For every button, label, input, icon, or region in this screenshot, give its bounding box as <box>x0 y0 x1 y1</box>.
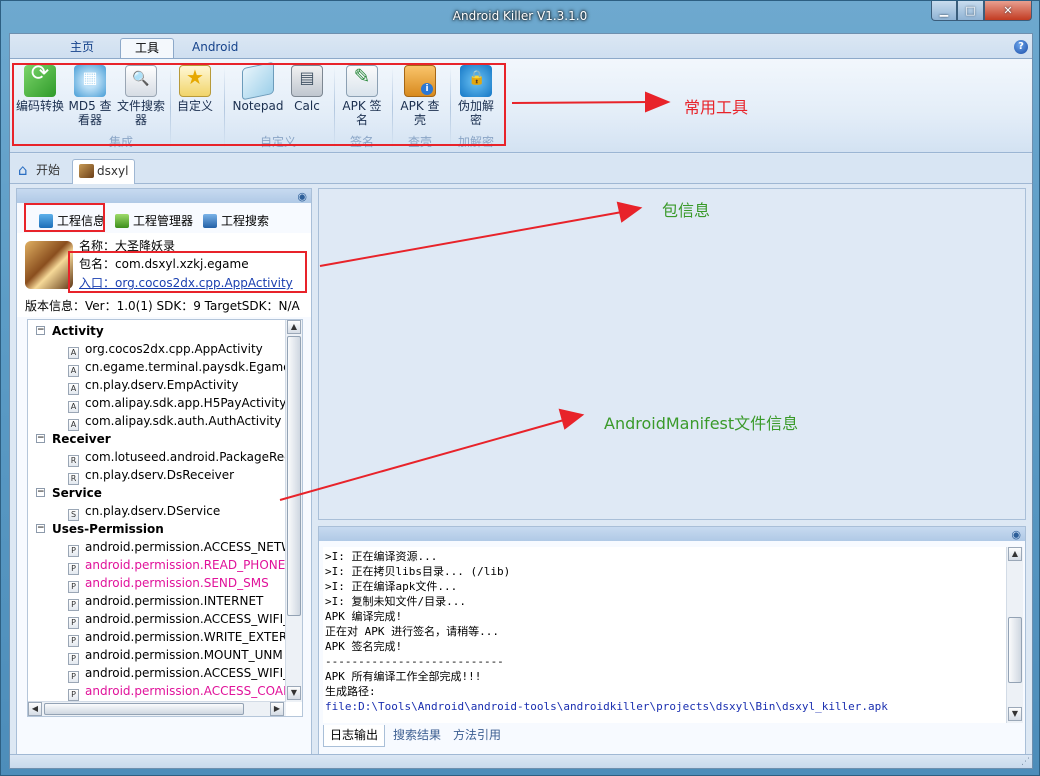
annotation-package-info: 包信息 <box>662 201 711 220</box>
arrow-manifest-head <box>558 408 585 430</box>
annotation-common-tools: 常用工具 <box>684 98 749 117</box>
arrow-tools-head <box>645 91 671 113</box>
arrow-package-head <box>616 201 643 223</box>
arrow-package <box>319 211 623 267</box>
annotation-manifest-info: AndroidManifest文件信息 <box>604 410 798 434</box>
arrow-tools <box>511 101 651 104</box>
arrow-manifest <box>279 419 565 501</box>
annotation-manifest-green: AndroidManifest <box>604 414 735 433</box>
annotation-arrows <box>279 91 671 501</box>
annotation-manifest-rest: 文件信息 <box>734 414 799 433</box>
